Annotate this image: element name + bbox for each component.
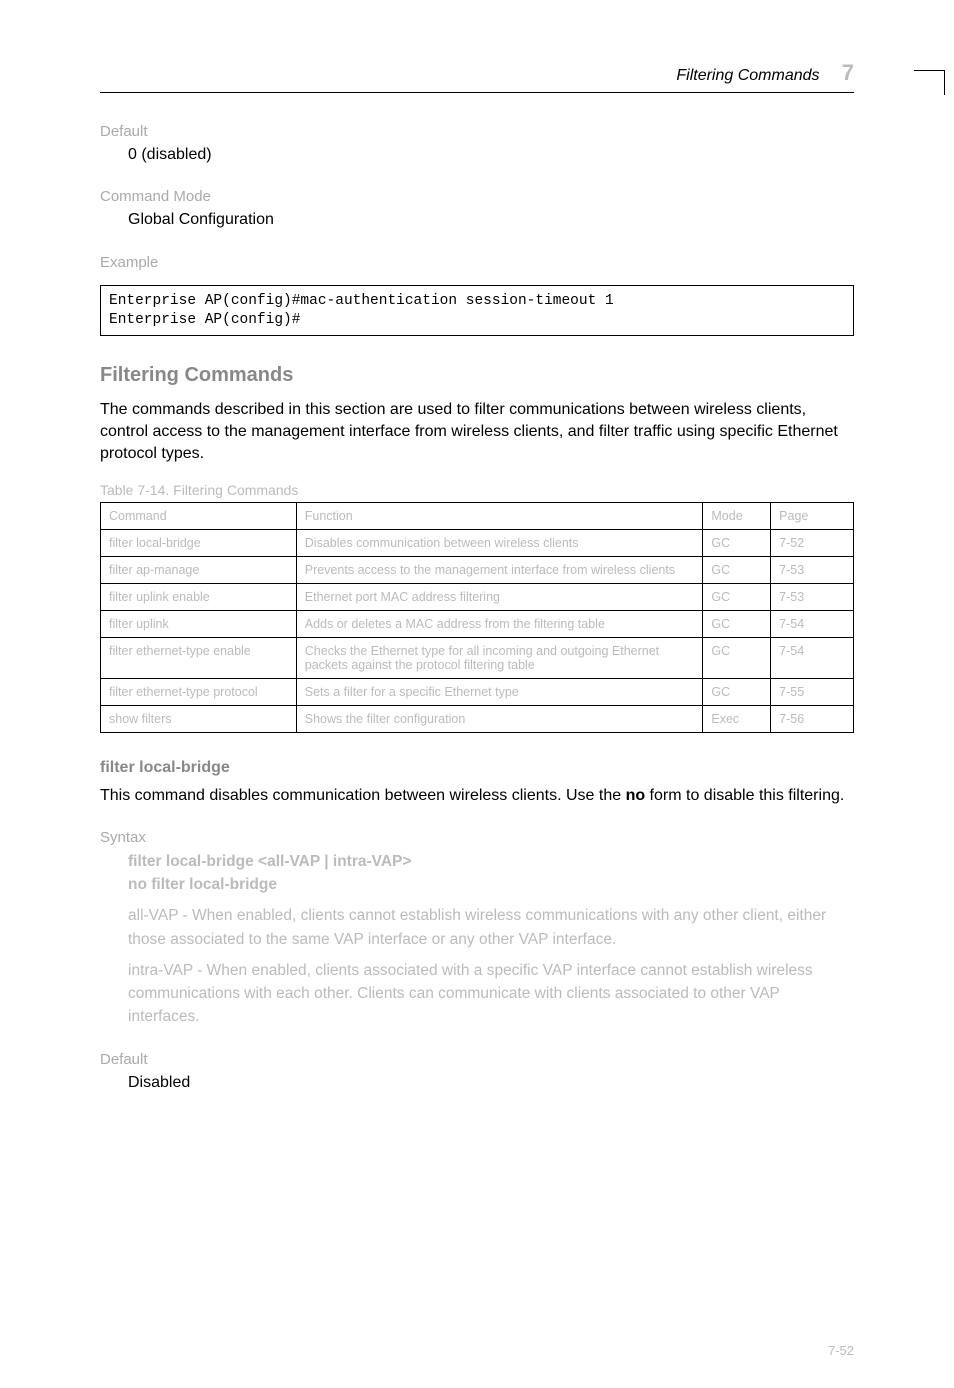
table-cell: GC: [703, 557, 771, 584]
table-row: filter uplink enableEthernet port MAC ad…: [101, 584, 854, 611]
section-heading: Filtering Commands: [100, 364, 854, 387]
table-cell: GC: [703, 584, 771, 611]
table-cell: 7-55: [771, 679, 854, 706]
th-command: Command: [101, 503, 297, 530]
table-cell: Prevents access to the management interf…: [296, 557, 703, 584]
section-body: The commands described in this section a…: [100, 399, 854, 464]
default-label: Default: [100, 123, 854, 140]
table-cell: filter uplink enable: [101, 584, 297, 611]
cmd-desc-2: form to disable this filtering.: [645, 787, 844, 804]
table-cell: Checks the Ethernet type for all incomin…: [296, 638, 703, 679]
table-cell: Sets a filter for a specific Ethernet ty…: [296, 679, 703, 706]
table-cell: Ethernet port MAC address filtering: [296, 584, 703, 611]
th-page: Page: [771, 503, 854, 530]
table-caption: Table 7-14. Filtering Commands: [100, 482, 854, 498]
header-number: 7: [842, 60, 854, 85]
table-cell: GC: [703, 679, 771, 706]
syntax-label: Syntax: [100, 829, 854, 846]
page-number: 7-52: [828, 1343, 854, 1358]
table-cell: Adds or deletes a MAC address from the f…: [296, 611, 703, 638]
table-cell: show filters: [101, 706, 297, 733]
table-cell: GC: [703, 530, 771, 557]
table-cell: filter ethernet-type protocol: [101, 679, 297, 706]
table-cell: 7-54: [771, 638, 854, 679]
table-cell: 7-53: [771, 584, 854, 611]
table-cell: GC: [703, 638, 771, 679]
table-cell: 7-56: [771, 706, 854, 733]
table-cell: filter uplink: [101, 611, 297, 638]
cmd-desc-1: This command disables communication betw…: [100, 787, 626, 804]
default-label-2: Default: [100, 1051, 854, 1068]
table-cell: filter ap-manage: [101, 557, 297, 584]
syntax-detail-2: intra-VAP - When enabled, clients associ…: [128, 959, 854, 1029]
default-value: 0 (disabled): [128, 144, 854, 166]
command-description: This command disables communication betw…: [100, 785, 854, 807]
commands-table: Command Function Mode Page filter local-…: [100, 502, 854, 733]
table-cell: filter ethernet-type enable: [101, 638, 297, 679]
syntax-line-2: no filter local-bridge: [128, 873, 854, 896]
syntax-block: filter local-bridge <all-VAP | intra-VAP…: [128, 850, 854, 1029]
table-cell: Disables communication between wireless …: [296, 530, 703, 557]
table-cell: Exec: [703, 706, 771, 733]
code-example: Enterprise AP(config)#mac-authentication…: [100, 285, 854, 337]
command-heading: filter local-bridge: [100, 759, 854, 777]
table-row: filter ap-managePrevents access to the m…: [101, 557, 854, 584]
cmd-desc-no: no: [626, 787, 646, 804]
table-cell: 7-53: [771, 557, 854, 584]
example-label: Example: [100, 254, 854, 271]
table-row: filter local-bridgeDisables communicatio…: [101, 530, 854, 557]
crop-mark: [914, 50, 954, 90]
table-row: filter uplinkAdds or deletes a MAC addre…: [101, 611, 854, 638]
table-cell: Shows the filter configuration: [296, 706, 703, 733]
table-header-row: Command Function Mode Page: [101, 503, 854, 530]
table-cell: GC: [703, 611, 771, 638]
syntax-line-1: filter local-bridge <all-VAP | intra-VAP…: [128, 850, 854, 873]
syntax-detail-1: all-VAP - When enabled, clients cannot e…: [128, 904, 854, 951]
table-row: filter ethernet-type enableChecks the Et…: [101, 638, 854, 679]
table-row: filter ethernet-type protocolSets a filt…: [101, 679, 854, 706]
header-title: Filtering Commands: [676, 67, 819, 84]
table-cell: 7-54: [771, 611, 854, 638]
th-mode: Mode: [703, 503, 771, 530]
mode-value: Global Configuration: [128, 209, 854, 231]
table-cell: 7-52: [771, 530, 854, 557]
mode-label: Command Mode: [100, 188, 854, 205]
th-function: Function: [296, 503, 703, 530]
page-content: Filtering Commands 7 Default 0 (disabled…: [0, 0, 954, 1134]
table-cell: filter local-bridge: [101, 530, 297, 557]
table-row: show filtersShows the filter configurati…: [101, 706, 854, 733]
page-header: Filtering Commands 7: [100, 60, 854, 93]
default-value-2: Disabled: [128, 1072, 854, 1094]
